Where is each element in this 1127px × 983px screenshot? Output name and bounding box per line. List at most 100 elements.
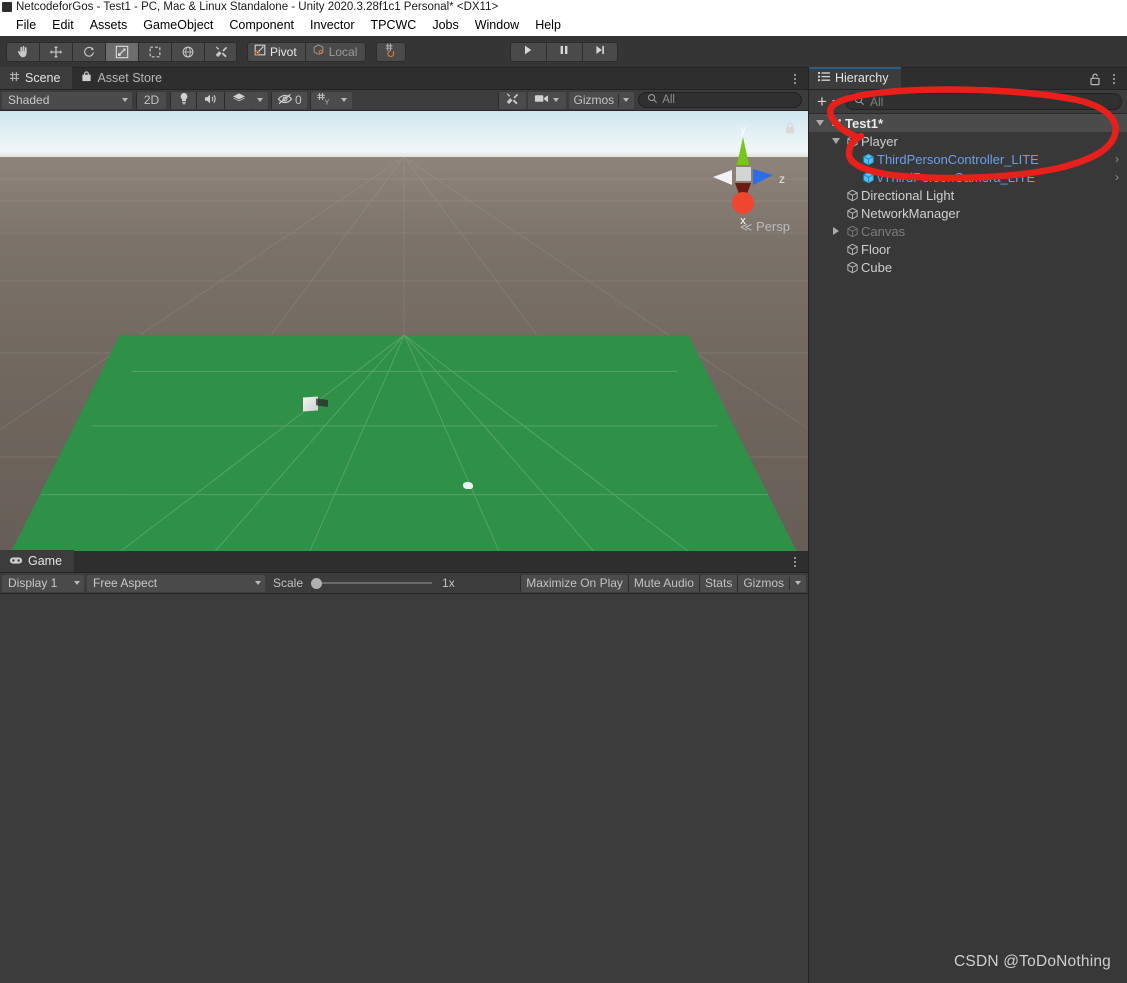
rotate-tool-button[interactable]: [72, 41, 105, 62]
menu-help[interactable]: Help: [527, 15, 569, 35]
hierarchy-row[interactable]: Cube: [809, 258, 1127, 276]
display-dropdown[interactable]: Display 1: [2, 574, 84, 592]
audio-icon: [204, 93, 218, 108]
tab-scene-label: Scene: [25, 71, 61, 85]
lightbulb-icon: [178, 92, 190, 108]
tab-asset-store[interactable]: Asset Store: [72, 67, 174, 89]
scale-slider-track[interactable]: [322, 582, 433, 584]
hierarchy-search-input[interactable]: All: [844, 93, 1122, 110]
menu-invector[interactable]: Invector: [302, 15, 362, 35]
hierarchy-row[interactable]: NetworkManager: [809, 204, 1127, 222]
mute-audio-button[interactable]: Mute Audio: [627, 574, 699, 592]
move-tool-button[interactable]: [39, 41, 72, 62]
game-tabstrip: Game: [0, 550, 808, 573]
hierarchy-row[interactable]: vThirdPersonCamera_LITE ›: [809, 168, 1127, 186]
step-button[interactable]: [581, 41, 618, 62]
local-toggle-button[interactable]: Local: [304, 41, 367, 62]
scene-audio-toggle[interactable]: [196, 91, 224, 109]
hierarchy-row[interactable]: Directional Light: [809, 186, 1127, 204]
scene-search-input[interactable]: All: [638, 92, 803, 108]
hierarchy-row[interactable]: ThirdPersonController_LITE ›: [809, 150, 1127, 168]
scene-projection-mode[interactable]: ≪ Persp: [740, 219, 790, 234]
rect-select-icon: [148, 45, 162, 59]
menu-file[interactable]: File: [8, 15, 44, 35]
scene-fx-toggle[interactable]: [224, 91, 252, 109]
scene-visibility-toggle[interactable]: 0: [271, 91, 307, 109]
menu-assets[interactable]: Assets: [82, 15, 136, 35]
stats-button[interactable]: Stats: [698, 574, 738, 592]
scene-grid-dropdown[interactable]: [335, 91, 352, 109]
hierarchy-row-label: Directional Light: [861, 187, 955, 203]
scene-cube-object[interactable]: [303, 396, 318, 412]
scale-tool-button[interactable]: [105, 41, 138, 62]
pause-button[interactable]: [545, 41, 582, 62]
transform-tool-button[interactable]: [171, 41, 204, 62]
gizmos-dropdown-button[interactable]: Gizmos: [568, 91, 635, 109]
scene-component-tools-button[interactable]: [497, 91, 526, 109]
pivot-toggle-button[interactable]: Pivot: [247, 41, 305, 62]
hierarchy-row[interactable]: Canvas: [809, 222, 1127, 240]
play-button[interactable]: [509, 41, 546, 62]
gameobject-icon: [843, 189, 861, 202]
scene-row-menu[interactable]: [1107, 115, 1121, 131]
scene-grid-toggle[interactable]: Y: [309, 91, 336, 109]
hierarchy-add-button[interactable]: +: [814, 91, 841, 111]
menu-window[interactable]: Window: [467, 15, 527, 35]
custom-tool-button[interactable]: [204, 41, 237, 62]
twisty-toggle[interactable]: [829, 138, 843, 144]
grid-snap-button[interactable]: [376, 41, 407, 62]
rect-tool-button[interactable]: [138, 41, 171, 62]
tab-game[interactable]: Game: [0, 550, 75, 572]
scene-camera-button[interactable]: [527, 91, 566, 109]
tab-hierarchy[interactable]: Hierarchy: [809, 67, 901, 89]
scene-fx-dropdown[interactable]: [252, 91, 268, 109]
menu-jobs[interactable]: Jobs: [424, 15, 466, 35]
plus-icon: +: [817, 91, 827, 111]
aspect-dropdown[interactable]: Free Aspect: [87, 574, 265, 592]
shading-mode-label: Shaded: [8, 93, 50, 107]
open-prefab-chevron-icon[interactable]: ›: [1115, 152, 1119, 166]
hand-icon: [16, 45, 30, 59]
menu-edit[interactable]: Edit: [44, 15, 82, 35]
hierarchy-panel-menu[interactable]: [1107, 71, 1121, 87]
open-prefab-chevron-icon[interactable]: ›: [1115, 170, 1119, 184]
scene-player-character[interactable]: [463, 482, 473, 489]
hierarchy-row-label: Player: [861, 133, 898, 149]
twisty-toggle[interactable]: [813, 120, 827, 126]
game-gizmos-button[interactable]: Gizmos: [737, 574, 806, 592]
scene-panel-menu[interactable]: [788, 71, 802, 87]
maximize-on-play-button[interactable]: Maximize On Play: [520, 574, 628, 592]
toggle-2d-button[interactable]: 2D: [136, 91, 166, 109]
grid-snap-icon: [384, 42, 399, 62]
menu-component[interactable]: Component: [221, 15, 302, 35]
hierarchy-row[interactable]: Player: [809, 132, 1127, 150]
hierarchy-row[interactable]: Floor: [809, 240, 1127, 258]
tab-game-label: Game: [28, 554, 63, 568]
gameobject-icon: [843, 135, 861, 148]
hierarchy-tree: Test1* Player ThirdPersonController_LITE › v…: [809, 114, 1127, 276]
scene-axis-gizmo[interactable]: y z x: [698, 121, 788, 231]
twisty-toggle[interactable]: [845, 155, 859, 163]
hierarchy-lock-button[interactable]: [1089, 72, 1101, 91]
shading-mode-dropdown[interactable]: Shaded: [2, 91, 132, 109]
hand-tool-button[interactable]: [6, 41, 39, 62]
scale-slider-handle[interactable]: [311, 577, 323, 589]
scene-tabstrip: Scene Asset Store: [0, 67, 808, 90]
menu-tpcwc[interactable]: TPCWC: [362, 15, 424, 35]
tab-scene[interactable]: Scene: [0, 67, 73, 89]
scene-floor-object[interactable]: [0, 335, 808, 551]
menu-bar: File Edit Assets GameObject Component In…: [0, 14, 1127, 36]
watermark-text: CSDN @ToDoNothing: [954, 953, 1111, 970]
scene-lighting-toggle[interactable]: [170, 91, 196, 109]
scene-camera-icon: [534, 93, 549, 107]
scene-viewport[interactable]: y z x ≪ Persp: [0, 111, 808, 551]
left-dock: Scene Asset Store Shaded 2D 0 Y Gizmos A…: [0, 67, 808, 983]
scale-label: Scale: [273, 576, 304, 590]
hierarchy-scene-root[interactable]: Test1*: [809, 114, 1127, 132]
scale-slider-group[interactable]: Scale 1x: [273, 576, 455, 590]
hierarchy-row-label: Test1*: [845, 115, 884, 131]
twisty-toggle[interactable]: [829, 227, 843, 235]
scale-icon: [115, 45, 129, 59]
menu-gameobject[interactable]: GameObject: [135, 15, 221, 35]
game-panel-menu[interactable]: [788, 554, 802, 570]
